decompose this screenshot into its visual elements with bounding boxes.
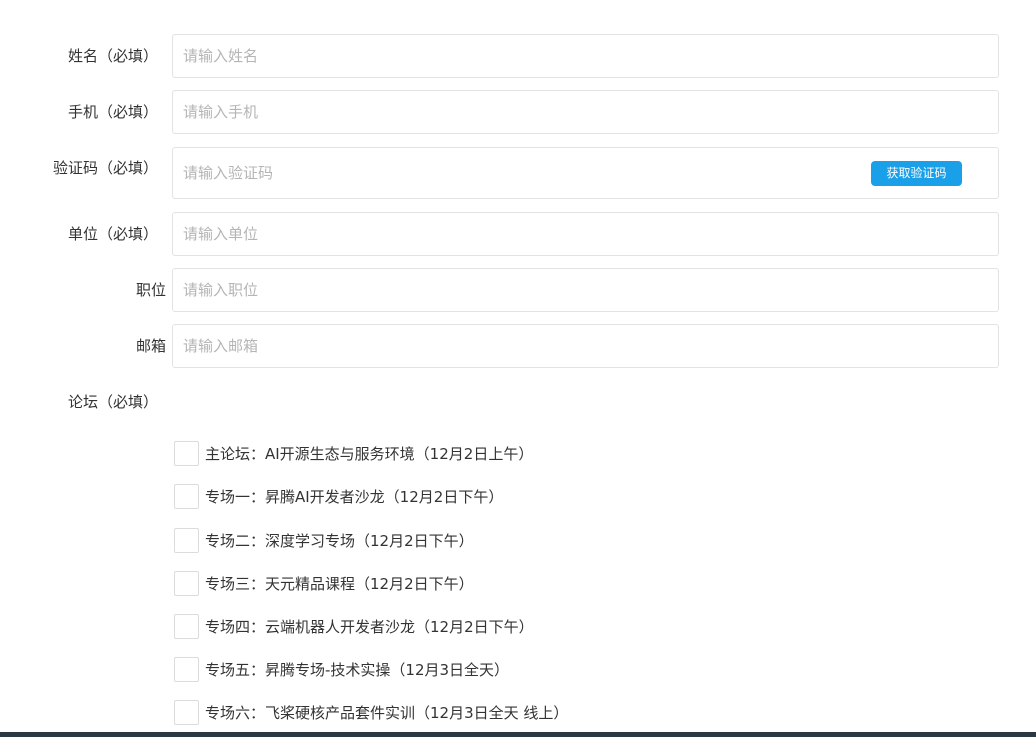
name-label: 姓名（必填） bbox=[67, 47, 158, 65]
phone-input[interactable] bbox=[172, 90, 999, 134]
organization-input[interactable] bbox=[172, 212, 999, 256]
get-code-button[interactable]: 获取验证码 bbox=[871, 161, 962, 186]
organization-label: 单位（必填） bbox=[67, 225, 158, 243]
forum-option-session-6[interactable]: 专场六：飞桨硬核产品套件实训（12月3日全天 线上） bbox=[174, 699, 568, 725]
position-label: 职位 bbox=[135, 281, 166, 299]
email-input[interactable] bbox=[172, 324, 999, 368]
forum-option-label: 专场一：昇腾AI开发者沙龙（12月2日下午） bbox=[205, 487, 504, 506]
name-input[interactable] bbox=[172, 34, 999, 78]
forum-option-session-2[interactable]: 专场二：深度学习专场（12月2日下午） bbox=[174, 527, 474, 553]
forum-option-session-4[interactable]: 专场四：云端机器人开发者沙龙（12月2日下午） bbox=[174, 613, 534, 639]
email-label: 邮箱 bbox=[135, 337, 166, 355]
forum-option-session-3[interactable]: 专场三：天元精品课程（12月2日下午） bbox=[174, 570, 474, 596]
forum-option-label: 专场四：云端机器人开发者沙龙（12月2日下午） bbox=[205, 617, 534, 636]
phone-label: 手机（必填） bbox=[67, 103, 158, 121]
forum-option-label: 专场二：深度学习专场（12月2日下午） bbox=[205, 531, 474, 550]
forum-option-checkbox[interactable] bbox=[174, 613, 199, 639]
forum-option-label: 专场六：飞桨硬核产品套件实训（12月3日全天 线上） bbox=[205, 703, 569, 722]
forum-option-checkbox[interactable] bbox=[174, 699, 199, 725]
forum-label: 论坛（必填） bbox=[67, 393, 158, 411]
forum-option-session-1[interactable]: 专场一：昇腾AI开发者沙龙（12月2日下午） bbox=[174, 483, 503, 509]
forum-option-checkbox[interactable] bbox=[174, 483, 199, 509]
forum-option-main[interactable]: 主论坛：AI开源生态与服务环境（12月2日上午） bbox=[174, 440, 533, 466]
forum-option-checkbox[interactable] bbox=[174, 570, 199, 596]
position-input[interactable] bbox=[172, 268, 999, 312]
forum-option-label: 专场三：天元精品课程（12月2日下午） bbox=[205, 574, 474, 593]
forum-option-checkbox[interactable] bbox=[174, 527, 199, 553]
forum-option-checkbox[interactable] bbox=[174, 656, 199, 682]
forum-option-label: 主论坛：AI开源生态与服务环境（12月2日上午） bbox=[205, 444, 534, 463]
forum-option-session-5[interactable]: 专场五：昇腾专场-技术实操（12月3日全天） bbox=[174, 656, 509, 682]
bottom-bar bbox=[0, 732, 1036, 737]
forum-option-checkbox[interactable] bbox=[174, 440, 199, 466]
registration-form: 姓名（必填） 手机（必填） 验证码（必填） 获取验证码 单位（必填） 职位 邮箱… bbox=[0, 0, 1036, 737]
verification-code-label: 验证码（必填） bbox=[52, 159, 158, 177]
forum-option-label: 专场五：昇腾专场-技术实操（12月3日全天） bbox=[205, 660, 510, 679]
